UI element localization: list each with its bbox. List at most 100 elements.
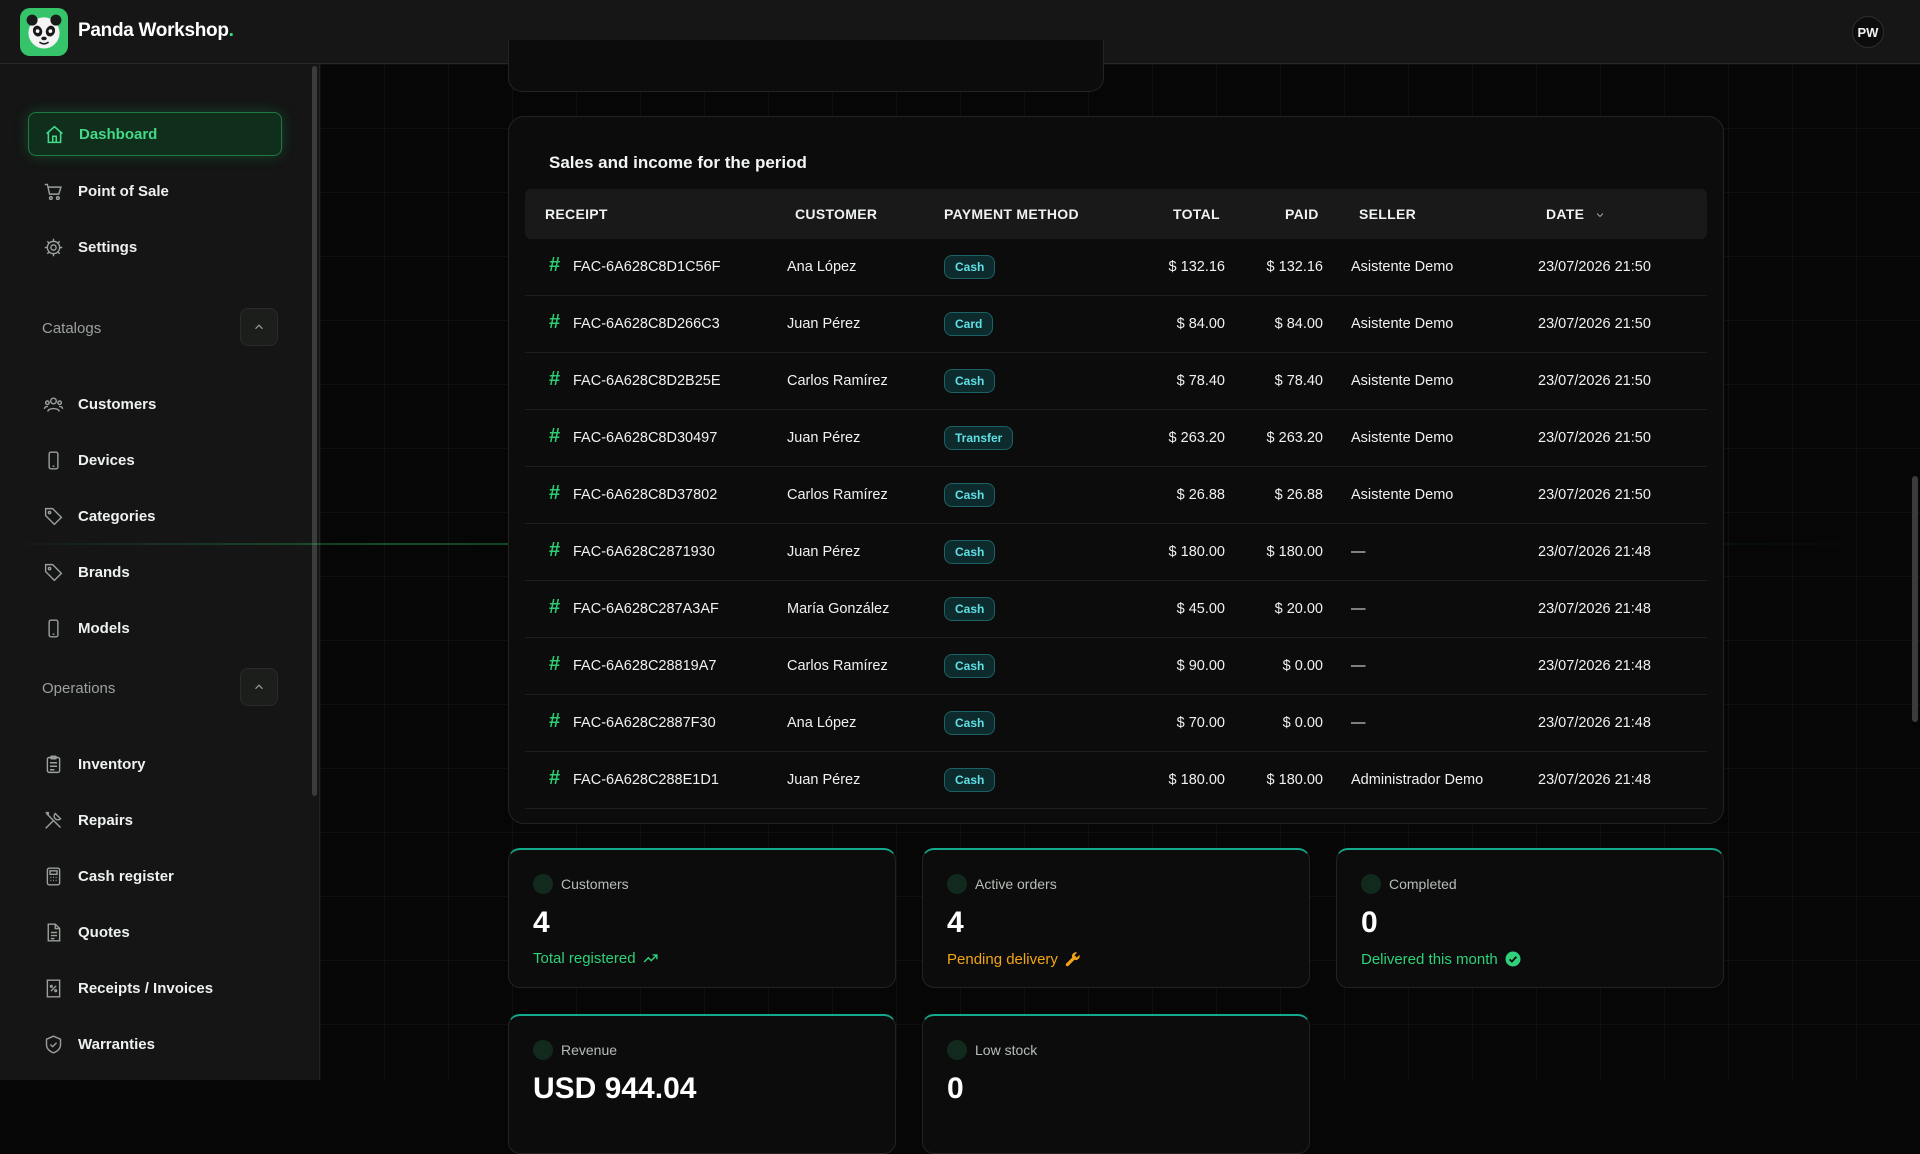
table-row[interactable]: # FAC-6A628C288E1D1 Juan Pérez Cash $ 180.00… — [525, 752, 1707, 809]
table-row[interactable]: # FAC-6A628C2887F30 Ana López Cash $ 70.00 $ … — [525, 695, 1707, 752]
receipt-cell[interactable]: FAC-6A628C8D1C56F — [573, 259, 721, 275]
stat-sub: Total registered — [533, 950, 659, 967]
sidebar-item-label: Quotes — [78, 923, 130, 941]
panda-logo-icon[interactable] — [20, 8, 68, 56]
total-cell: $ 78.40 — [1176, 373, 1225, 389]
seller-cell: — — [1351, 658, 1366, 674]
receipt-cell[interactable]: FAC-6A628C2871930 — [573, 544, 715, 560]
table-row[interactable]: # FAC-6A628C8D30497 Juan Pérez Transfer $ 26… — [525, 410, 1707, 467]
stat-value: 0 — [947, 1072, 964, 1105]
stat-icon — [533, 874, 553, 894]
sidebar-item-devices[interactable]: Devices — [28, 438, 282, 482]
sidebar-item-dashboard[interactable]: Dashboard — [28, 112, 282, 156]
payment-method-badge: Cash — [944, 483, 996, 507]
stat-icon — [1361, 874, 1381, 894]
paid-cell: $ 180.00 — [1266, 772, 1323, 788]
receipt-cell[interactable]: FAC-6A628C288E1D1 — [573, 772, 719, 788]
catalogs-collapse-button[interactable] — [240, 308, 278, 346]
sidebar-item-categories[interactable]: Categories — [28, 494, 282, 538]
sidebar-item-label: Repairs — [78, 811, 134, 829]
hash-icon: # — [549, 767, 561, 789]
payment-method-badge: Cash — [944, 540, 996, 564]
sidebar-item-brands[interactable]: Brands — [28, 550, 282, 594]
brand-name[interactable]: Panda Workshop. — [78, 20, 234, 42]
stat-icon — [947, 1040, 967, 1060]
sidebar-item-settings[interactable]: Settings — [28, 225, 282, 269]
payment-method-badge: Cash — [944, 654, 996, 678]
stat-icon — [533, 1040, 553, 1060]
stat-value: 4 — [947, 906, 964, 939]
sidebar-item-label: Receipts / Invoices — [78, 979, 214, 997]
main-scrollbar[interactable] — [1912, 476, 1918, 722]
stat-label: Completed — [1389, 876, 1457, 892]
stat-label: Customers — [561, 876, 629, 892]
sidebar-item-quotes[interactable]: Quotes — [28, 910, 282, 954]
receipt-cell[interactable]: FAC-6A628C8D2B25E — [573, 373, 721, 389]
column-header-customer[interactable]: CUSTOMER — [795, 206, 877, 222]
operations-collapse-button[interactable] — [240, 668, 278, 706]
table-row[interactable]: # FAC-6A628C8D37802 Carlos Ramírez Cash $ 26… — [525, 467, 1707, 524]
customer-cell: Carlos Ramírez — [787, 373, 888, 389]
sidebar-item-receipts-invoices[interactable]: Receipts / Invoices — [28, 966, 282, 1010]
table-row[interactable]: # FAC-6A628C2871930 Juan Pérez Cash $ 180.00… — [525, 524, 1707, 581]
receipt-cell[interactable]: FAC-6A628C28819A7 — [573, 658, 717, 674]
payment-method-badge: Cash — [944, 768, 996, 792]
sidebar-item-customers[interactable]: Customers — [28, 382, 282, 426]
sidebar-item-models[interactable]: Models — [28, 606, 282, 650]
receipt-cell[interactable]: FAC-6A628C8D30497 — [573, 430, 717, 446]
receipt-cell[interactable]: FAC-6A628C8D37802 — [573, 487, 717, 503]
stat-value: 4 — [533, 906, 550, 939]
stat-value: 0 — [1361, 906, 1378, 939]
sidebar-item-label: Brands — [78, 563, 130, 581]
paid-cell: $ 26.88 — [1274, 487, 1323, 503]
column-header-payment-method[interactable]: PAYMENT METHOD — [944, 206, 1079, 222]
user-avatar[interactable]: PW — [1852, 16, 1884, 48]
table-row[interactable]: # FAC-6A628C8D266C3 Juan Pérez Card $ 84.00 $… — [525, 296, 1707, 353]
sidebar: Dashboard Point of Sale Settings Catalog… — [0, 64, 320, 1080]
stat-card-customers: Customers 4 Total registered — [508, 848, 896, 988]
total-cell: $ 70.00 — [1176, 715, 1225, 731]
paid-cell: $ 20.00 — [1274, 601, 1323, 617]
sidebar-item-warranties[interactable]: Warranties — [28, 1022, 282, 1066]
sidebar-item-label: Inventory — [78, 755, 146, 773]
trending-up-icon — [643, 954, 658, 963]
column-header-seller[interactable]: SELLER — [1359, 206, 1416, 222]
sidebar-item-label: Dashboard — [79, 125, 158, 143]
stat-label: Active orders — [975, 876, 1057, 892]
receipt-cell[interactable]: FAC-6A628C2887F30 — [573, 715, 716, 731]
date-cell: 23/07/2026 21:50 — [1538, 259, 1651, 275]
customer-cell: Carlos Ramírez — [787, 487, 888, 503]
check-circle-icon — [1505, 951, 1521, 967]
column-header-total[interactable]: TOTAL — [1173, 206, 1220, 222]
receipt-cell[interactable]: FAC-6A628C8D266C3 — [573, 316, 720, 332]
table-row[interactable]: # FAC-6A628C28819A7 Carlos Ramírez Cash $ 90… — [525, 638, 1707, 695]
column-header-paid[interactable]: PAID — [1285, 206, 1319, 222]
total-cell: $ 180.00 — [1168, 544, 1225, 560]
sidebar-item-inventory[interactable]: Inventory — [28, 742, 282, 786]
tag-icon — [42, 505, 64, 527]
table-row[interactable]: # FAC-6A628C8D2B25E Carlos Ramírez Cash $ 78… — [525, 353, 1707, 410]
date-cell: 23/07/2026 21:48 — [1538, 658, 1651, 674]
receipt-cell[interactable]: FAC-6A628C287A3AF — [573, 601, 719, 617]
sidebar-scrollbar[interactable] — [312, 66, 317, 796]
sidebar-item-repairs[interactable]: Repairs — [28, 798, 282, 842]
sidebar-item-label: Warranties — [78, 1035, 155, 1053]
sidebar-item-cash-register[interactable]: Cash register — [28, 854, 282, 898]
payment-method-badge: Cash — [944, 597, 996, 621]
seller-cell: — — [1351, 601, 1366, 617]
seller-cell: Asistente Demo — [1351, 487, 1454, 503]
section-label-operations: Operations — [42, 680, 116, 697]
column-header-date[interactable]: DATE — [1546, 206, 1606, 222]
table-row[interactable]: # FAC-6A628C287A3AF María González Cash $ 45… — [525, 581, 1707, 638]
date-cell: 23/07/2026 21:50 — [1538, 373, 1651, 389]
sales-table-card: Sales and income for the period RECEIPT … — [508, 116, 1724, 824]
seller-cell: — — [1351, 544, 1366, 560]
column-header-receipt[interactable]: RECEIPT — [545, 206, 608, 222]
stat-card-completed: Completed 0 Delivered this month — [1336, 848, 1724, 988]
hash-icon: # — [549, 539, 561, 561]
table-row[interactable]: # FAC-6A628C8D1C56F Ana López Cash $ 132.16 $… — [525, 239, 1707, 296]
sidebar-item-point-of-sale[interactable]: Point of Sale — [28, 169, 282, 213]
phone-icon — [42, 617, 64, 639]
sidebar-item-label: Cash register — [78, 867, 174, 885]
stat-sub: Pending delivery — [947, 950, 1082, 968]
